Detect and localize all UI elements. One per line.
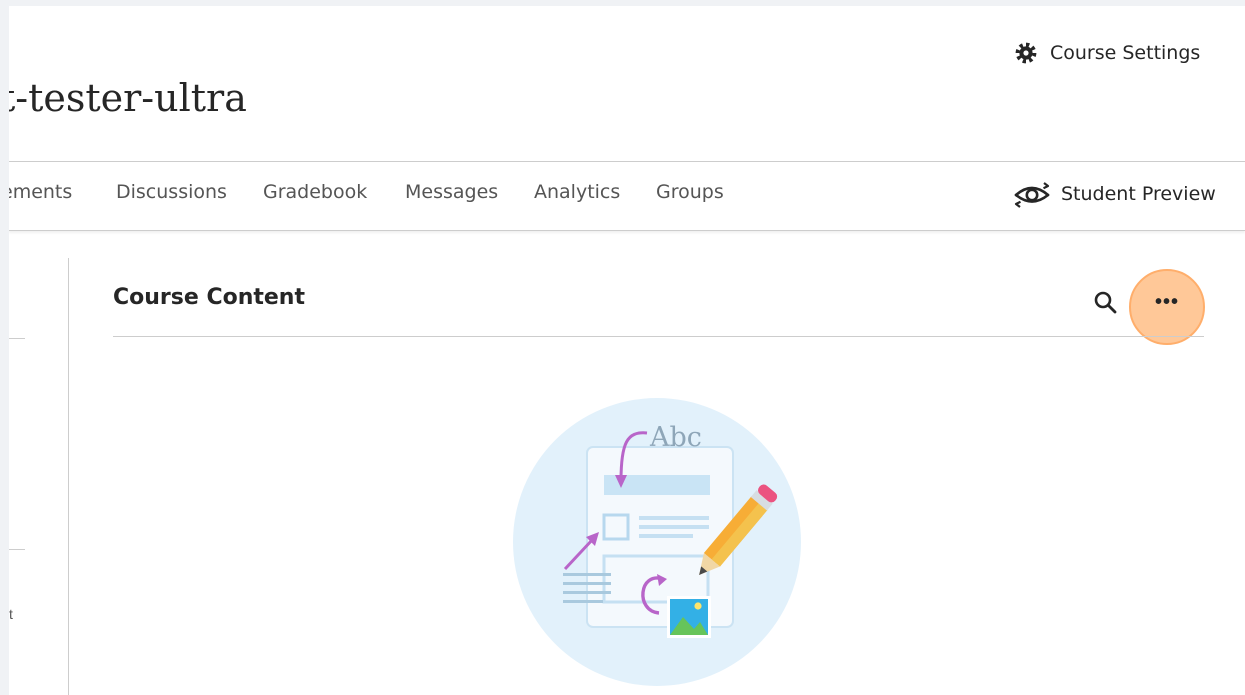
- left-panel-divider: [9, 338, 25, 339]
- course-content-divider: [113, 336, 1204, 337]
- nav-discussions[interactable]: Discussions: [116, 181, 227, 203]
- panel-divider: [68, 258, 69, 695]
- course-settings-button[interactable]: Course Settings: [1014, 39, 1200, 67]
- gear-icon: [1015, 42, 1037, 64]
- search-icon[interactable]: [1093, 290, 1119, 316]
- more-options-button[interactable]: •••: [1129, 269, 1205, 345]
- nav-gradebook[interactable]: Gradebook: [263, 181, 367, 203]
- course-settings-label: Course Settings: [1050, 42, 1201, 64]
- course-title: t-tester-ultra: [9, 76, 247, 120]
- nav-announcements[interactable]: ements: [9, 181, 72, 203]
- nav-analytics[interactable]: Analytics: [534, 181, 620, 203]
- illustration-text: Abc: [649, 422, 702, 453]
- eye-refresh-icon: [1014, 182, 1050, 208]
- left-panel-text: t: [9, 606, 13, 622]
- empty-content-illustration: Abc: [513, 398, 801, 686]
- more-options-icon: •••: [1154, 291, 1179, 313]
- nav-groups[interactable]: Groups: [656, 181, 724, 203]
- nav-messages[interactable]: Messages: [405, 181, 498, 203]
- student-preview-label: Student Preview: [1061, 183, 1216, 205]
- course-content-title: Course Content: [113, 285, 305, 310]
- student-preview-button[interactable]: Student Preview: [1013, 179, 1216, 209]
- course-page: Course Settings t-tester-ultra ements Di…: [9, 6, 1245, 695]
- left-panel-divider: [9, 549, 25, 550]
- course-nav: ements Discussions Gradebook Messages An…: [9, 161, 1245, 231]
